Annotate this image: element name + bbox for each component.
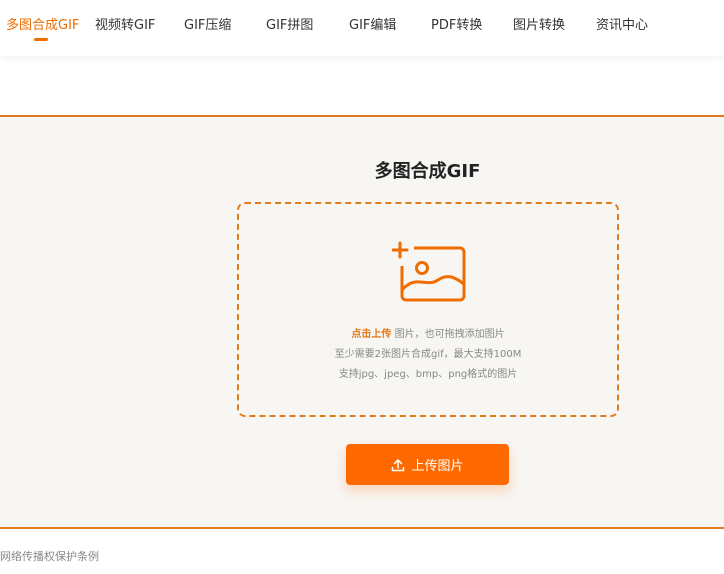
upload-icon — [392, 458, 405, 471]
upload-dropzone[interactable]: 点击上传 图片，也可拖拽添加图片 至少需要2张图片合成gif，最大支持100M … — [237, 202, 619, 417]
dropzone-hint-line3: 支持jpg、jpeg、bmp、png格式的图片 — [338, 369, 518, 380]
nav-item-news-center[interactable]: 资讯中心 — [596, 14, 648, 33]
nav-item-gif-compress[interactable]: GIF压缩 — [184, 14, 231, 33]
nav-item-multi-image-gif[interactable]: 多图合成GIF — [6, 14, 79, 33]
nav-item-gif-collage[interactable]: GIF拼图 — [266, 14, 313, 33]
upload-button-label: 上传图片 — [411, 459, 464, 474]
click-upload-link[interactable]: 点击上传 — [351, 329, 391, 340]
nav-item-pdf-convert[interactable]: PDF转换 — [431, 14, 482, 33]
upload-image-button[interactable]: 上传图片 — [346, 444, 509, 485]
dropzone-hint-line1-text: 图片，也可拖拽添加图片 — [391, 329, 505, 340]
nav-item-image-convert[interactable]: 图片转换 — [513, 14, 565, 33]
upload-panel: 多图合成GIF 点击上传 图片，也可拖拽添加图片 至少需要2张图片合成gif，最… — [0, 115, 724, 529]
page-title: 多图合成GIF — [374, 161, 481, 182]
nav-item-video-to-gif[interactable]: 视频转GIF — [95, 14, 155, 33]
add-image-icon — [392, 241, 466, 302]
dropzone-hint-line1: 点击上传 图片，也可拖拽添加图片 — [239, 325, 617, 340]
dropzone-hint-line2: 至少需要2张图片合成gif，最大支持100M — [334, 349, 522, 360]
nav-active-indicator — [34, 38, 48, 41]
nav-item-gif-edit[interactable]: GIF编辑 — [349, 14, 396, 33]
footer-link-copyright-regulation[interactable]: 网络传播权保护条例 — [0, 548, 99, 564]
top-nav: 多图合成GIF 视频转GIF GIF压缩 GIF拼图 GIF编辑 PDF转换 图… — [0, 0, 724, 56]
